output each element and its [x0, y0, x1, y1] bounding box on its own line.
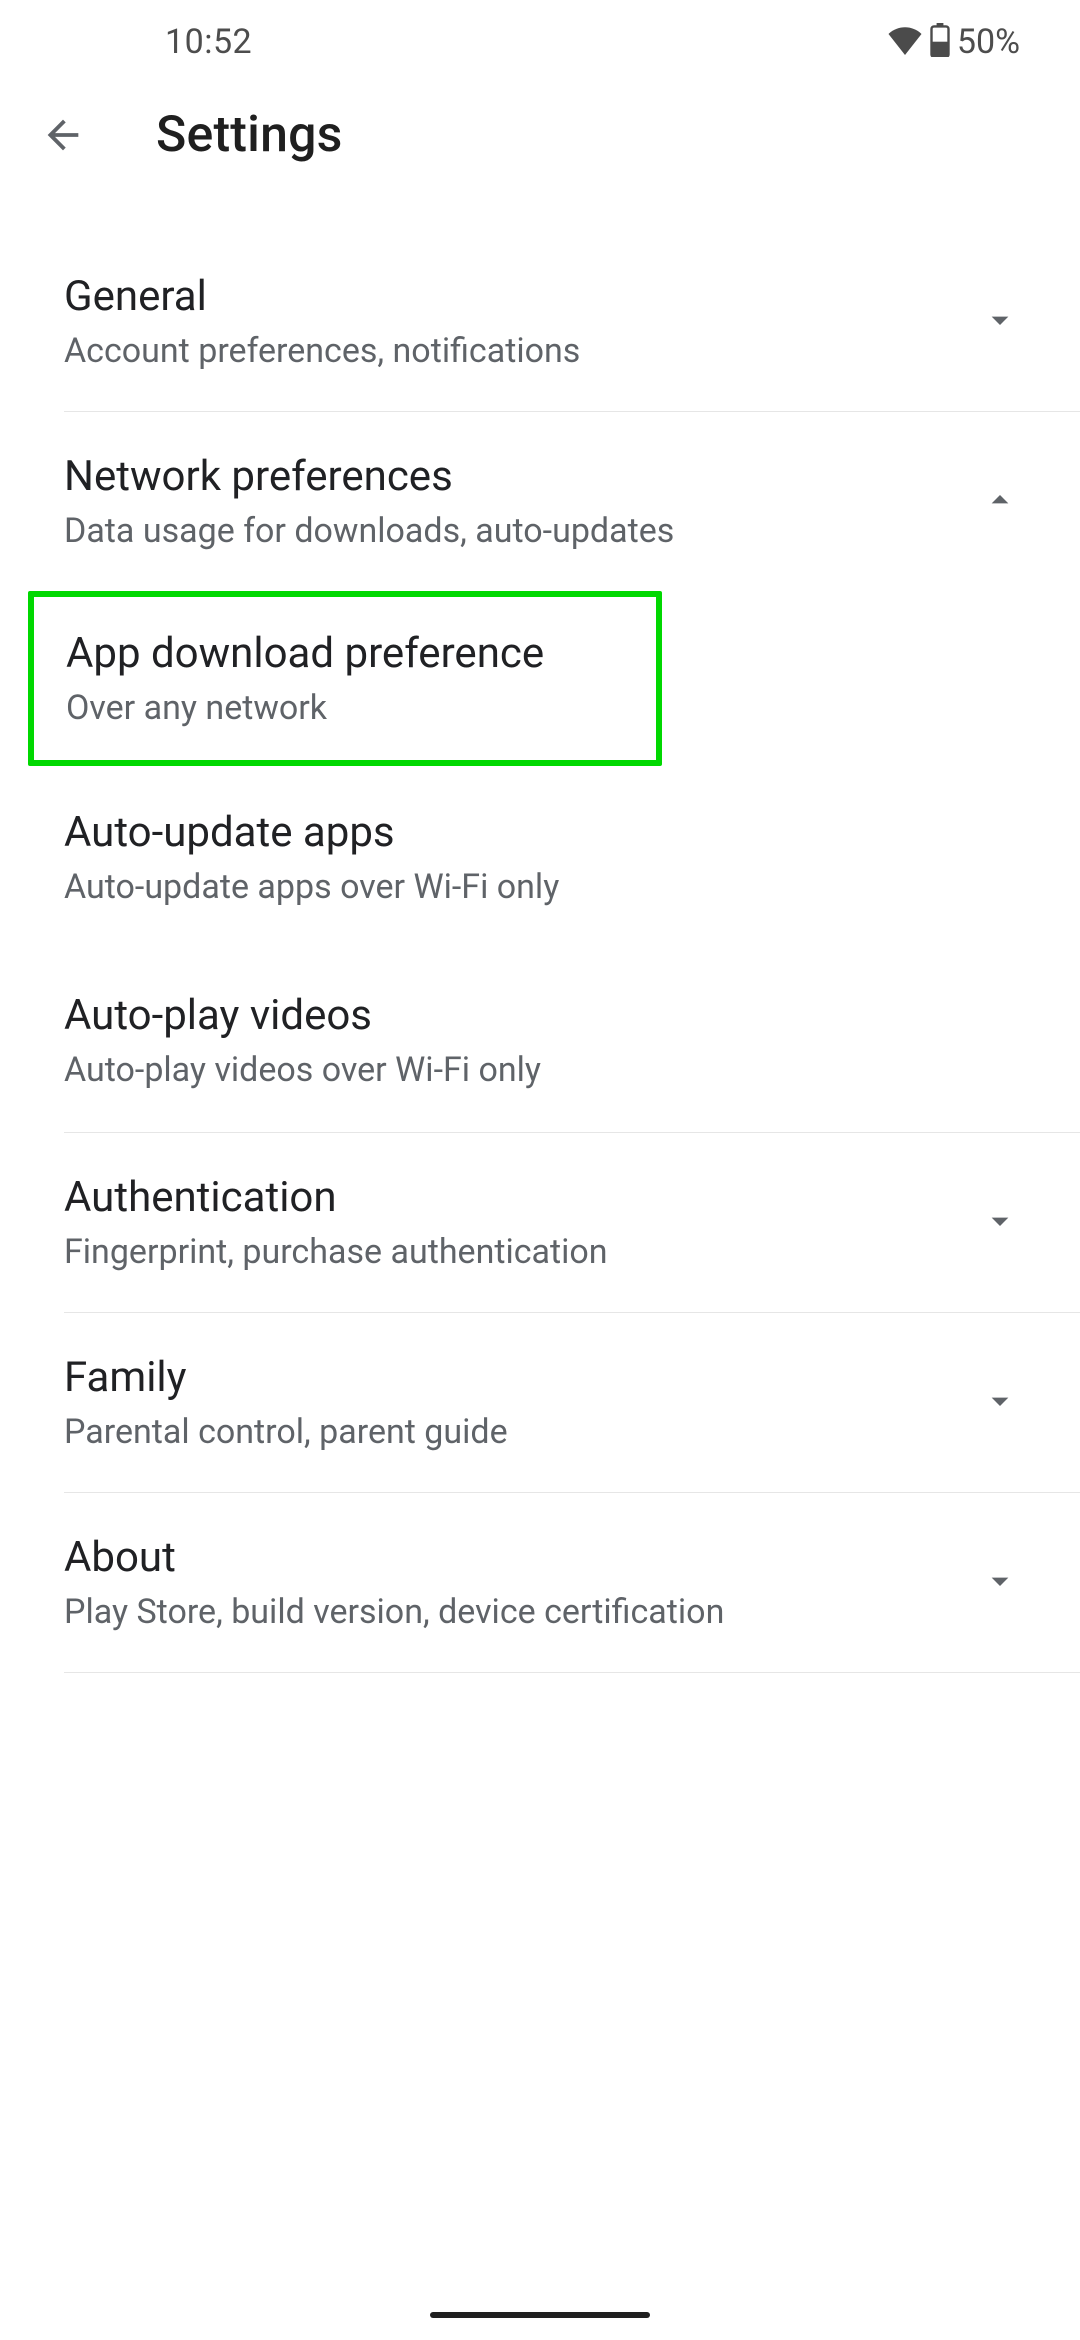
settings-list: General Account preferences, notificatio… — [0, 186, 1080, 1673]
section-title: Family — [64, 1353, 508, 1402]
setting-auto-play-videos[interactable]: Auto-play videos Auto-play videos over W… — [64, 949, 1080, 1133]
chevron-down-icon — [980, 1561, 1020, 1605]
setting-title: Auto-update apps — [64, 808, 1020, 857]
status-time: 10:52 — [0, 22, 252, 62]
section-subtitle: Account preferences, notifications — [64, 331, 580, 371]
section-family[interactable]: Family Parental control, parent guide — [64, 1313, 1080, 1493]
section-subtitle: Parental control, parent guide — [64, 1412, 508, 1452]
page-title: Settings — [156, 106, 343, 164]
section-title: Authentication — [64, 1173, 608, 1222]
chevron-down-icon — [980, 1381, 1020, 1425]
status-battery-pct: 50% — [957, 22, 1020, 62]
arrow-back-icon — [40, 112, 86, 158]
chevron-up-icon — [980, 480, 1020, 524]
setting-app-download-preference[interactable]: App download preference Over any network — [28, 591, 662, 766]
section-title: Network preferences — [64, 452, 674, 501]
chevron-down-icon — [980, 1201, 1020, 1245]
section-subtitle: Play Store, build version, device certif… — [64, 1592, 724, 1632]
section-subtitle: Data usage for downloads, auto-updates — [64, 511, 674, 551]
battery-icon — [929, 23, 951, 61]
setting-subtitle: Auto-play videos over Wi-Fi only — [64, 1050, 1020, 1090]
status-right: 50% — [887, 22, 1020, 62]
setting-subtitle: Over any network — [66, 688, 632, 728]
setting-auto-update-apps[interactable]: Auto-update apps Auto-update apps over W… — [0, 766, 1080, 949]
section-general[interactable]: General Account preferences, notificatio… — [64, 232, 1080, 412]
section-about[interactable]: About Play Store, build version, device … — [64, 1493, 1080, 1673]
section-authentication[interactable]: Authentication Fingerprint, purchase aut… — [64, 1133, 1080, 1313]
setting-title: App download preference — [66, 629, 632, 678]
back-button[interactable] — [40, 112, 86, 158]
section-title: About — [64, 1533, 724, 1582]
section-subtitle: Fingerprint, purchase authentication — [64, 1232, 608, 1272]
app-header: Settings — [0, 84, 1080, 186]
setting-title: Auto-play videos — [64, 991, 1020, 1040]
status-bar: 10:52 50% — [0, 0, 1080, 84]
chevron-down-icon — [980, 300, 1020, 344]
wifi-icon — [887, 25, 923, 59]
setting-subtitle: Auto-update apps over Wi-Fi only — [64, 867, 1020, 907]
nav-indicator — [430, 2312, 650, 2318]
section-network[interactable]: Network preferences Data usage for downl… — [64, 412, 1080, 591]
section-title: General — [64, 272, 580, 321]
